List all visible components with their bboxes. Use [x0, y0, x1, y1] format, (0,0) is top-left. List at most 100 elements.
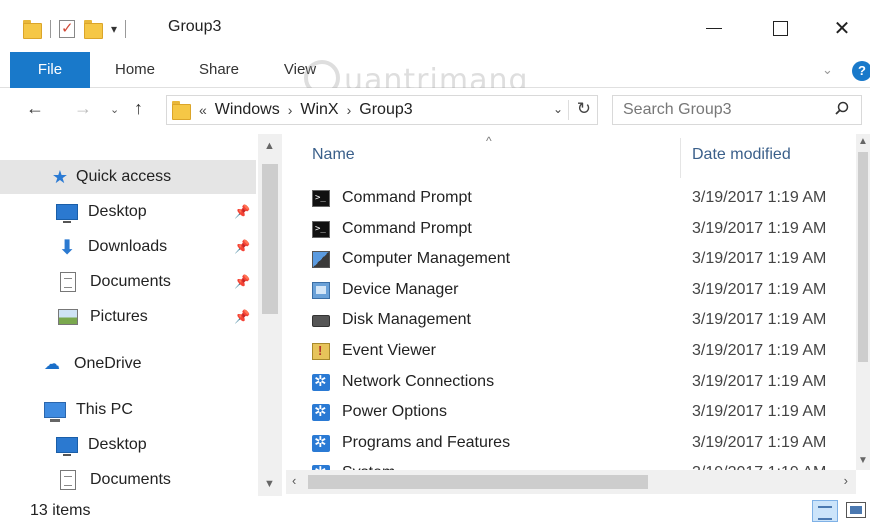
scroll-left-icon[interactable]: ‹	[292, 473, 296, 488]
file-name: Network Connections	[342, 372, 495, 390]
title-bar: ▾ Group3 ✕	[0, 0, 870, 52]
breadcrumb-overflow[interactable]: «	[199, 102, 207, 118]
address-bar[interactable]: « Windows › WinX › Group3 ⌄ ↻	[166, 95, 598, 125]
sidebar-item-label: Desktop	[88, 436, 147, 453]
sidebar-item-label: This PC	[76, 401, 133, 418]
file-date: 3/19/2017 1:19 AM	[692, 341, 827, 359]
scroll-down-icon[interactable]: ▼	[264, 478, 275, 490]
breadcrumb-group3[interactable]: Group3	[359, 101, 412, 119]
customize-toolbar-dropdown-icon[interactable]: ▾	[111, 22, 117, 36]
column-header-name[interactable]: Name	[312, 146, 355, 164]
sidebar-item-pictures[interactable]: Pictures 📌	[0, 300, 256, 334]
minimize-button[interactable]	[686, 0, 742, 56]
file-row[interactable]: Computer Management 3/19/2017 1:19 AM	[286, 244, 856, 275]
sidebar-item-label: Documents	[90, 273, 171, 290]
folder-icon	[22, 19, 42, 39]
file-row[interactable]: Command Prompt 3/19/2017 1:19 AM	[286, 183, 856, 214]
file-explorer-window: ▾ Group3 ✕ File Home Share View uantrima…	[0, 0, 870, 526]
file-date: 3/19/2017 1:19 AM	[692, 280, 827, 298]
column-header-date-modified[interactable]: Date modified	[692, 146, 791, 164]
ribbon: File Home Share View uantrimang ⌄ ?	[0, 52, 870, 98]
documents-icon	[60, 272, 76, 292]
expand-ribbon-icon[interactable]: ⌄	[822, 62, 833, 78]
recent-locations-chevron-icon[interactable]: ⌄	[110, 103, 119, 116]
sidebar-item-downloads[interactable]: ⬇ Downloads 📌	[0, 230, 256, 264]
sidebar-item-pc-desktop[interactable]: Desktop	[0, 428, 256, 462]
this-pc-icon	[44, 402, 66, 422]
maximize-button[interactable]	[752, 0, 808, 56]
column-divider[interactable]	[680, 138, 681, 178]
breadcrumb-separator-icon[interactable]: ›	[347, 102, 352, 118]
file-row[interactable]: Disk Management 3/19/2017 1:19 AM	[286, 305, 856, 336]
sidebar-item-this-pc[interactable]: This PC	[0, 393, 256, 427]
scrollbar-thumb[interactable]	[262, 164, 278, 314]
sidebar-item-pc-documents[interactable]: Documents	[0, 463, 256, 497]
file-row[interactable]: Event Viewer 3/19/2017 1:19 AM	[286, 336, 856, 367]
file-row[interactable]: Power Options 3/19/2017 1:19 AM	[286, 397, 856, 428]
sidebar-item-label: OneDrive	[74, 355, 142, 372]
breadcrumb: « Windows › WinX › Group3	[199, 101, 413, 119]
details-view-icon[interactable]	[812, 500, 838, 522]
back-arrow-icon[interactable]: ←	[26, 98, 44, 119]
pictures-icon	[58, 309, 78, 325]
maximize-icon	[772, 20, 788, 36]
status-bar: 13 items	[0, 496, 870, 526]
file-name: Device Manager	[342, 280, 459, 298]
navigation-pane: ★ Quick access Desktop 📌 ⬇ Downloads 📌 D…	[0, 134, 282, 496]
file-name: Computer Management	[342, 250, 511, 268]
scroll-up-icon[interactable]: ▲	[264, 140, 275, 152]
control-panel-gear-icon	[312, 402, 330, 422]
file-date: 3/19/2017 1:19 AM	[692, 433, 827, 451]
scrollbar-thumb[interactable]	[858, 152, 868, 362]
scroll-right-icon[interactable]: ›	[844, 473, 848, 488]
forward-arrow-icon[interactable]: →	[74, 98, 92, 119]
address-divider	[568, 100, 569, 120]
file-row[interactable]: Network Connections 3/19/2017 1:19 AM	[286, 367, 856, 398]
scrollbar-thumb[interactable]	[308, 475, 648, 489]
breadcrumb-windows[interactable]: Windows	[215, 101, 280, 119]
minimize-icon	[706, 27, 722, 29]
control-panel-gear-icon	[312, 433, 330, 452]
file-row[interactable]: Programs and Features 3/19/2017 1:19 AM	[286, 428, 856, 459]
control-panel-gear-icon	[312, 372, 330, 391]
search-input[interactable]	[623, 100, 823, 120]
file-name: Event Viewer	[342, 341, 436, 359]
up-arrow-icon[interactable]: ↑	[134, 98, 143, 119]
quick-access-toolbar: ▾	[22, 14, 127, 44]
file-list-horizontal-scrollbar[interactable]: ‹ ›	[286, 470, 856, 494]
file-date: 3/19/2017 1:19 AM	[692, 189, 827, 206]
file-list-vertical-scrollbar[interactable]: ▲ ▼	[856, 134, 870, 470]
sidebar-item-documents[interactable]: Documents 📌	[0, 265, 256, 299]
sidebar-item-quick-access[interactable]: ★ Quick access	[0, 160, 256, 194]
help-icon[interactable]: ?	[852, 61, 870, 81]
sidebar-item-onedrive[interactable]: ☁ OneDrive	[0, 347, 256, 381]
folder-icon	[171, 100, 191, 120]
navigation-pane-scrollbar[interactable]: ▲ ▼	[258, 134, 282, 496]
search-icon[interactable]	[835, 101, 849, 115]
file-row[interactable]: Device Manager 3/19/2017 1:19 AM	[286, 275, 856, 306]
scroll-down-icon[interactable]: ▼	[858, 455, 868, 466]
file-name: Programs and Features	[342, 433, 511, 451]
close-icon: ✕	[833, 17, 851, 40]
sidebar-item-label: Desktop	[88, 203, 147, 220]
search-box[interactable]	[612, 95, 862, 125]
sidebar-item-desktop[interactable]: Desktop 📌	[0, 195, 256, 229]
breadcrumb-winx[interactable]: WinX	[300, 101, 338, 119]
new-folder-icon[interactable]	[83, 19, 103, 39]
properties-icon[interactable]	[59, 19, 75, 38]
breadcrumb-separator-icon[interactable]: ›	[288, 102, 293, 118]
close-button[interactable]: ✕	[814, 0, 870, 56]
scroll-up-icon[interactable]: ▲	[858, 136, 868, 147]
tab-file[interactable]: File	[10, 52, 90, 88]
computer-management-icon	[312, 251, 330, 269]
tab-share[interactable]: Share	[186, 52, 252, 88]
refresh-icon[interactable]: ↻	[577, 99, 591, 119]
file-date: 3/19/2017 1:19 AM	[692, 372, 827, 390]
tab-home[interactable]: Home	[100, 52, 170, 88]
sidebar-item-label: Downloads	[88, 238, 168, 255]
pin-icon: 📌	[234, 239, 251, 254]
address-history-dropdown-icon[interactable]: ⌄	[553, 102, 563, 116]
large-icons-view-icon[interactable]	[846, 502, 866, 518]
event-viewer-icon	[312, 342, 330, 360]
file-row[interactable]: Command Prompt 3/19/2017 1:19 AM	[286, 214, 856, 245]
